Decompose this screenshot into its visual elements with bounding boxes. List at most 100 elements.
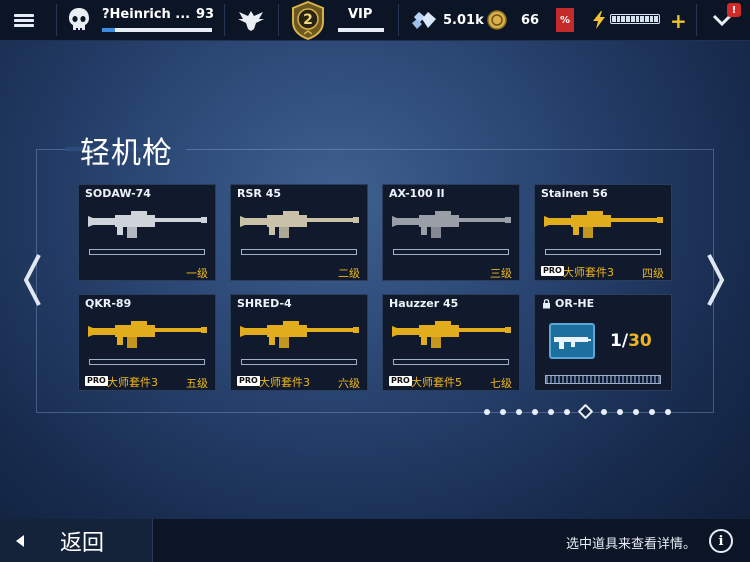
player-avatar-skull-icon[interactable] — [66, 0, 92, 40]
machine-gun-icon — [544, 211, 663, 238]
machine-gun-icon — [240, 211, 359, 238]
vip-label[interactable]: VIP — [348, 7, 372, 22]
coins-count: 66 — [521, 13, 540, 28]
master-kit-label: 大师套件5 — [411, 376, 462, 389]
blueprint-count: 1/30 — [610, 331, 652, 351]
weapon-name: Stainen 56 — [541, 187, 608, 200]
gold-coin-icon[interactable] — [486, 0, 508, 40]
page-dot-active[interactable] — [577, 403, 594, 420]
back-label: 返回 — [60, 530, 105, 556]
weapon-upgrade-bar — [89, 249, 205, 255]
player-level: 93 — [196, 7, 215, 22]
page-dot[interactable] — [564, 408, 570, 415]
back-button[interactable]: 返回 — [0, 519, 153, 562]
page-dot[interactable] — [484, 408, 490, 415]
weapon-upgrade-bar — [89, 359, 205, 365]
energy-cell — [644, 16, 649, 22]
divider — [56, 4, 57, 36]
page-dot[interactable] — [548, 408, 554, 415]
weapon-card[interactable]: Hauzzer 45 PRO 大师套件5 七级 — [382, 294, 520, 391]
energy-cell — [654, 16, 659, 22]
pro-badge: PRO — [237, 376, 260, 386]
page-dot[interactable] — [516, 408, 522, 415]
pro-badge: PRO — [389, 376, 412, 386]
rank-badge-icon[interactable]: 2 — [290, 0, 326, 40]
weapon-card[interactable]: SODAW-74 一级 — [78, 184, 216, 281]
weapon-level: 七级 — [490, 377, 512, 390]
page-dot[interactable] — [649, 408, 655, 415]
machine-gun-icon — [392, 211, 511, 238]
sale-badge[interactable]: % — [556, 8, 574, 32]
weapon-level: 四级 — [642, 267, 664, 280]
hint-text: 选中道具来查看详情。 — [566, 537, 697, 552]
weapon-card-locked[interactable]: OR-HE 1/30 — [534, 294, 672, 391]
energy-cell — [621, 16, 626, 22]
pro-badge: PRO — [541, 266, 564, 276]
vip-progress-bar — [338, 28, 384, 32]
energy-cell — [612, 16, 616, 22]
weapon-upgrade-bar — [545, 249, 661, 255]
gems-count: 5.01k — [443, 13, 484, 28]
weapon-name: Hauzzer 45 — [389, 297, 459, 310]
player-name: ?Heinrich ... — [102, 7, 191, 22]
machine-gun-icon — [88, 321, 207, 348]
weapon-upgrade-bar — [241, 359, 357, 365]
energy-cell — [640, 16, 644, 22]
weapon-level: 一级 — [186, 267, 208, 280]
divider — [224, 4, 225, 36]
lock-icon — [543, 299, 550, 309]
weapon-name: SODAW-74 — [85, 187, 151, 200]
weapon-level: 三级 — [490, 267, 512, 280]
divider — [278, 4, 279, 36]
master-kit-label: 大师套件3 — [563, 266, 614, 279]
master-kit-label: 大师套件3 — [107, 376, 158, 389]
machine-gun-icon — [392, 321, 511, 348]
weapon-upgrade-bar — [241, 249, 357, 255]
machine-gun-icon — [88, 211, 207, 238]
menu-icon[interactable] — [14, 0, 36, 40]
weapon-upgrade-bar — [393, 359, 509, 365]
xp-progress-bar — [102, 28, 212, 32]
next-page-arrow-icon[interactable] — [704, 250, 728, 310]
lightning-energy-icon — [590, 0, 608, 40]
master-kit-label: 大师套件3 — [259, 376, 310, 389]
page-dot[interactable] — [665, 408, 671, 415]
weapon-name: SHRED-4 — [237, 297, 292, 310]
page-indicator — [484, 403, 671, 420]
weapon-card[interactable]: QKR-89 PRO 大师套件3 五级 — [78, 294, 216, 391]
rank-number: 2 — [303, 12, 313, 28]
page-dot[interactable] — [500, 408, 506, 415]
energy-cell — [616, 16, 621, 22]
weapon-level: 六级 — [338, 377, 360, 390]
weapon-name: OR-HE — [555, 297, 595, 310]
blueprint-icon — [549, 323, 595, 359]
diamond-gems-icon[interactable] — [410, 0, 440, 40]
page-dot[interactable] — [617, 408, 623, 415]
page-dot[interactable] — [532, 408, 538, 415]
energy-bar — [610, 14, 660, 24]
blueprint-progress-bar — [545, 375, 661, 384]
weapon-card[interactable]: SHRED-4 PRO 大师套件3 六级 — [230, 294, 368, 391]
page-dot[interactable] — [633, 408, 639, 415]
info-icon[interactable]: i — [709, 529, 733, 553]
energy-cell — [635, 16, 640, 22]
page-dot[interactable] — [601, 408, 607, 415]
section-title: 轻机枪 — [80, 136, 173, 171]
eagle-emblem-icon[interactable] — [234, 0, 268, 40]
weapon-card[interactable]: RSR 45 二级 — [230, 184, 368, 281]
pro-badge: PRO — [85, 376, 108, 386]
divider — [398, 4, 399, 36]
weapon-name: RSR 45 — [237, 187, 281, 200]
weapon-card[interactable]: Stainen 56 PRO 大师套件3 四级 — [534, 184, 672, 281]
energy-cell — [630, 16, 635, 22]
alert-badge: ! — [727, 3, 741, 17]
previous-page-arrow-icon[interactable] — [20, 250, 44, 310]
divider — [696, 4, 697, 36]
back-arrow-icon — [16, 534, 24, 547]
weapon-upgrade-bar — [393, 249, 509, 255]
add-energy-button[interactable]: + — [670, 9, 687, 33]
weapon-card[interactable]: AX-100 II 三级 — [382, 184, 520, 281]
weapon-name: QKR-89 — [85, 297, 132, 310]
weapon-name: AX-100 II — [389, 187, 445, 200]
weapon-level: 二级 — [338, 267, 360, 280]
